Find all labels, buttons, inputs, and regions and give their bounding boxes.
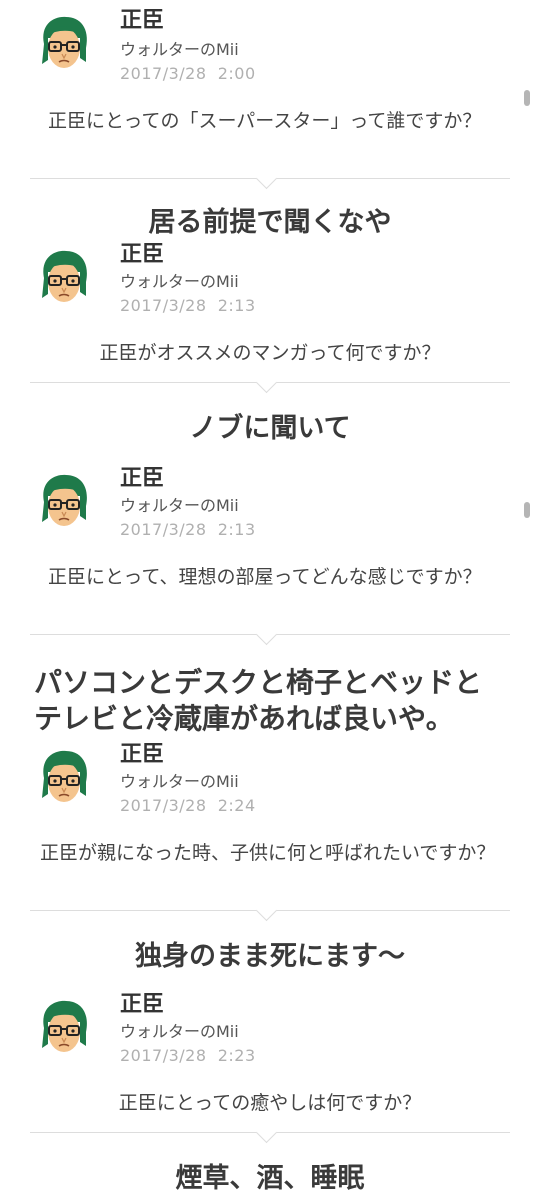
question-text: 正臣がオススメのマンガって何ですか？ xyxy=(99,342,441,364)
author-name[interactable]: 正臣 xyxy=(120,466,164,492)
answer-text: 独身のまま死にます～ xyxy=(135,941,405,972)
answer-text-line: パソコンとデスクと椅子とベッドと xyxy=(34,666,483,699)
question-text: 正臣にとっての癒やしは何ですか？ xyxy=(118,1092,422,1114)
answer-text: 煙草、酒、睡眠 xyxy=(175,1163,365,1194)
speech-notch xyxy=(255,371,278,394)
mii-avatar[interactable] xyxy=(36,248,92,308)
mii-owner-label: ウォルターのMii xyxy=(120,772,239,791)
question-text: 正臣にとっての「スーパースター」って誰ですか？ xyxy=(48,110,482,132)
answer-text: ノブに聞いて xyxy=(189,413,351,444)
post-timestamp: 2017/3/28 2:23 xyxy=(120,1046,256,1065)
scrollbar-thumb[interactable] xyxy=(524,90,530,106)
question-text: 正臣が親になった時、子供に何と呼ばれたいですか？ xyxy=(40,842,496,864)
mii-owner-label: ウォルターのMii xyxy=(120,496,239,515)
answer-text: 居る前提で聞くなや xyxy=(148,207,392,238)
post-timestamp: 2017/3/28 2:24 xyxy=(120,796,256,815)
author-name[interactable]: 正臣 xyxy=(120,242,164,268)
question-text: 正臣にとって、理想の部屋ってどんな感じですか？ xyxy=(48,566,482,588)
mii-avatar[interactable] xyxy=(36,472,92,532)
mii-owner-label: ウォルターのMii xyxy=(120,40,239,59)
mii-owner-label: ウォルターのMii xyxy=(120,272,239,291)
mii-avatar[interactable] xyxy=(36,748,92,808)
scrollbar-thumb[interactable] xyxy=(524,502,530,518)
author-name[interactable]: 正臣 xyxy=(120,742,164,768)
speech-notch xyxy=(255,899,278,922)
post-timestamp: 2017/3/28 2:13 xyxy=(120,296,256,315)
author-name[interactable]: 正臣 xyxy=(120,992,164,1018)
mii-owner-label: ウォルターのMii xyxy=(120,1022,239,1041)
speech-notch xyxy=(255,1121,278,1144)
speech-notch xyxy=(255,623,278,646)
mii-avatar[interactable] xyxy=(36,998,92,1058)
answer-text-line: テレビと冷蔵庫があれば良いや。 xyxy=(34,702,454,735)
speech-notch xyxy=(255,167,278,190)
post-timestamp: 2017/3/28 2:00 xyxy=(120,64,256,83)
mii-avatar[interactable] xyxy=(36,14,92,74)
post-timestamp: 2017/3/28 2:13 xyxy=(120,520,256,539)
author-name[interactable]: 正臣 xyxy=(120,8,164,34)
